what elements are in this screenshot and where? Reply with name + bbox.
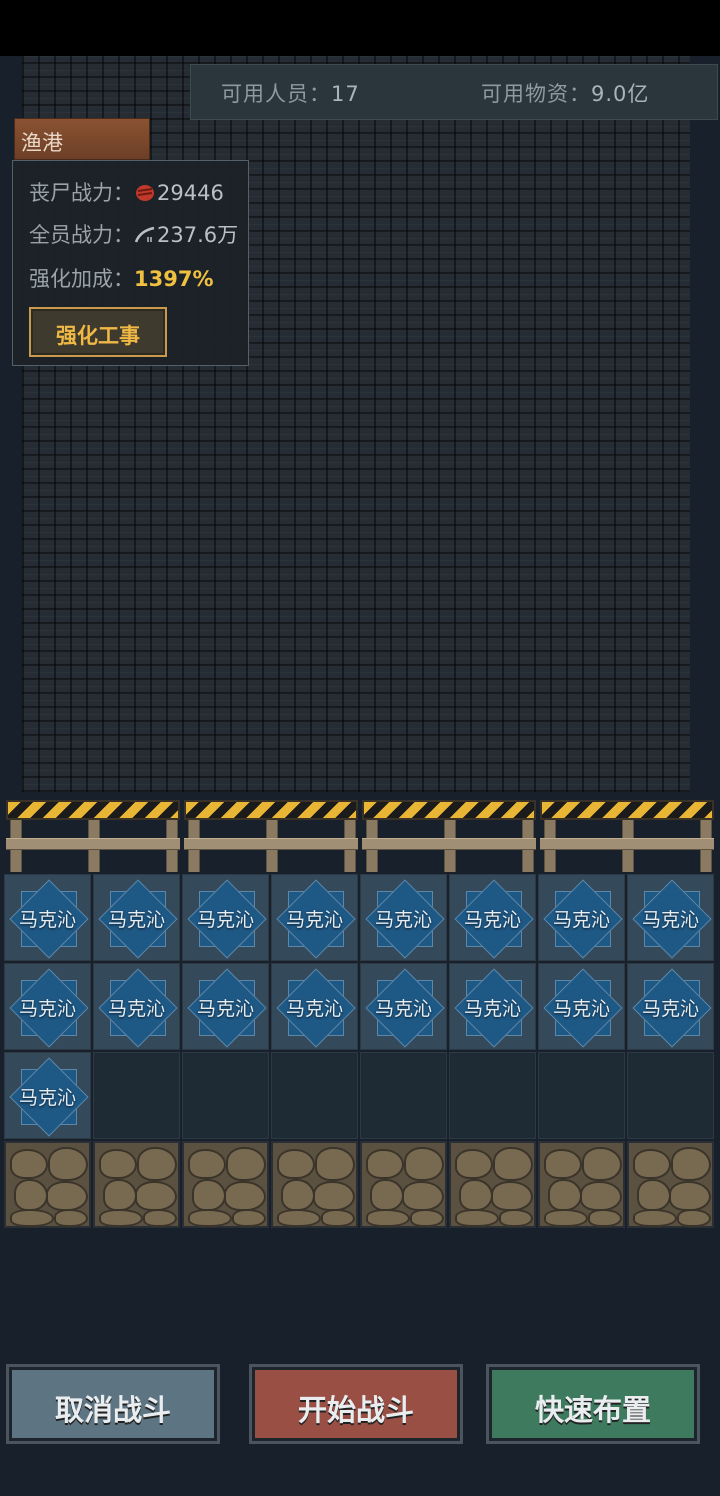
unit-name: 马克沁: [107, 909, 165, 931]
rock-wall-tile: [93, 1141, 180, 1228]
empty-slot[interactable]: [538, 1052, 625, 1139]
unit-name: 马克沁: [374, 909, 432, 931]
barricade: [540, 800, 714, 872]
start-battle-button[interactable]: 开始战斗: [249, 1364, 463, 1444]
rock-wall-tile: [538, 1141, 625, 1228]
unit-slot[interactable]: 马克沁: [360, 874, 447, 961]
quick-deploy-button[interactable]: 快速布置: [486, 1364, 700, 1444]
unit-name: 马克沁: [552, 909, 610, 931]
unit-slot[interactable]: 马克沁: [449, 963, 536, 1050]
available-people-label: 可用人员：: [221, 82, 331, 106]
unit-name: 马克沁: [374, 998, 432, 1020]
available-people: 可用人员：17: [221, 78, 360, 108]
unit-name: 马克沁: [285, 998, 343, 1020]
unit-slot[interactable]: 马克沁: [4, 963, 91, 1050]
rock-wall-tile: [271, 1141, 358, 1228]
barricade: [362, 800, 536, 872]
unit-name: 马克沁: [552, 998, 610, 1020]
bonus-value: 1397%: [134, 267, 214, 291]
unit-name: 马克沁: [107, 998, 165, 1020]
fortify-button-label: 强化工事: [56, 324, 140, 348]
status-bar: [0, 0, 720, 56]
unit-slot[interactable]: 马克沁: [93, 874, 180, 961]
empty-slot[interactable]: [271, 1052, 358, 1139]
cancel-battle-label: 取消战斗: [54, 1393, 171, 1427]
available-supplies: 可用物资：9.0亿: [481, 78, 649, 108]
unit-slot[interactable]: 马克沁: [4, 1052, 91, 1139]
unit-name: 马克沁: [641, 998, 699, 1020]
cancel-battle-button[interactable]: 取消战斗: [6, 1364, 220, 1444]
unit-slot[interactable]: 马克沁: [627, 874, 714, 961]
team-power-value: 237.6万: [157, 223, 239, 247]
available-people-value: 17: [331, 82, 360, 106]
rock-wall-tile: [4, 1141, 91, 1228]
unit-slot[interactable]: 马克沁: [271, 874, 358, 961]
unit-slot[interactable]: 马克沁: [360, 963, 447, 1050]
available-supplies-label: 可用物资：: [481, 82, 591, 106]
quick-deploy-label: 快速布置: [534, 1393, 651, 1427]
location-name: 渔港: [21, 131, 63, 155]
unit-slot[interactable]: 马克沁: [538, 874, 625, 961]
unit-name: 马克沁: [463, 998, 521, 1020]
empty-slot[interactable]: [449, 1052, 536, 1139]
bonus-label: 强化加成：: [29, 267, 134, 291]
rock-wall-tile: [627, 1141, 714, 1228]
resource-bar: 可用人员：17 可用物资：9.0亿: [190, 64, 718, 120]
empty-slot[interactable]: [360, 1052, 447, 1139]
empty-slot[interactable]: [182, 1052, 269, 1139]
unit-name: 马克沁: [463, 909, 521, 931]
empty-slot[interactable]: [627, 1052, 714, 1139]
unit-slot[interactable]: 马克沁: [93, 963, 180, 1050]
location-tag: 渔港: [14, 118, 150, 160]
rock-wall-tile: [449, 1141, 536, 1228]
team-power-row: 全员战力： 237.6万: [29, 219, 238, 249]
unit-slot[interactable]: 马克沁: [538, 963, 625, 1050]
battle-info-panel: 丧尸战力： 29446 全员战力： 237.6万 强化加成：1397% 强化工事: [12, 160, 249, 366]
unit-slot[interactable]: 马克沁: [182, 874, 269, 961]
barricade: [184, 800, 358, 872]
unit-name: 马克沁: [285, 909, 343, 931]
zombie-power-row: 丧尸战力： 29446: [29, 177, 224, 207]
unit-name: 马克沁: [196, 998, 254, 1020]
team-power-label: 全员战力：: [29, 223, 134, 247]
unit-name: 马克沁: [18, 1087, 76, 1109]
unit-slot[interactable]: 马克沁: [4, 874, 91, 961]
unit-slot[interactable]: 马克沁: [627, 963, 714, 1050]
unit-slot[interactable]: 马克沁: [182, 963, 269, 1050]
unit-name: 马克沁: [641, 909, 699, 931]
bonus-row: 强化加成：1397%: [29, 263, 214, 293]
rock-wall-tile: [182, 1141, 269, 1228]
zombie-head-icon: [136, 185, 154, 201]
zombie-power-label: 丧尸战力：: [29, 181, 134, 205]
zombie-power-value: 29446: [157, 181, 224, 205]
unit-slot[interactable]: 马克沁: [449, 874, 536, 961]
unit-name: 马克沁: [196, 909, 254, 931]
unit-slot[interactable]: 马克沁: [271, 963, 358, 1050]
fortify-button[interactable]: 强化工事: [29, 307, 167, 357]
rock-wall-tile: [360, 1141, 447, 1228]
rifle-icon: [134, 226, 155, 243]
available-supplies-value: 9.0亿: [591, 82, 650, 106]
empty-slot[interactable]: [93, 1052, 180, 1139]
barricade: [6, 800, 180, 872]
start-battle-label: 开始战斗: [297, 1393, 414, 1427]
unit-name: 马克沁: [18, 909, 76, 931]
unit-name: 马克沁: [18, 998, 76, 1020]
